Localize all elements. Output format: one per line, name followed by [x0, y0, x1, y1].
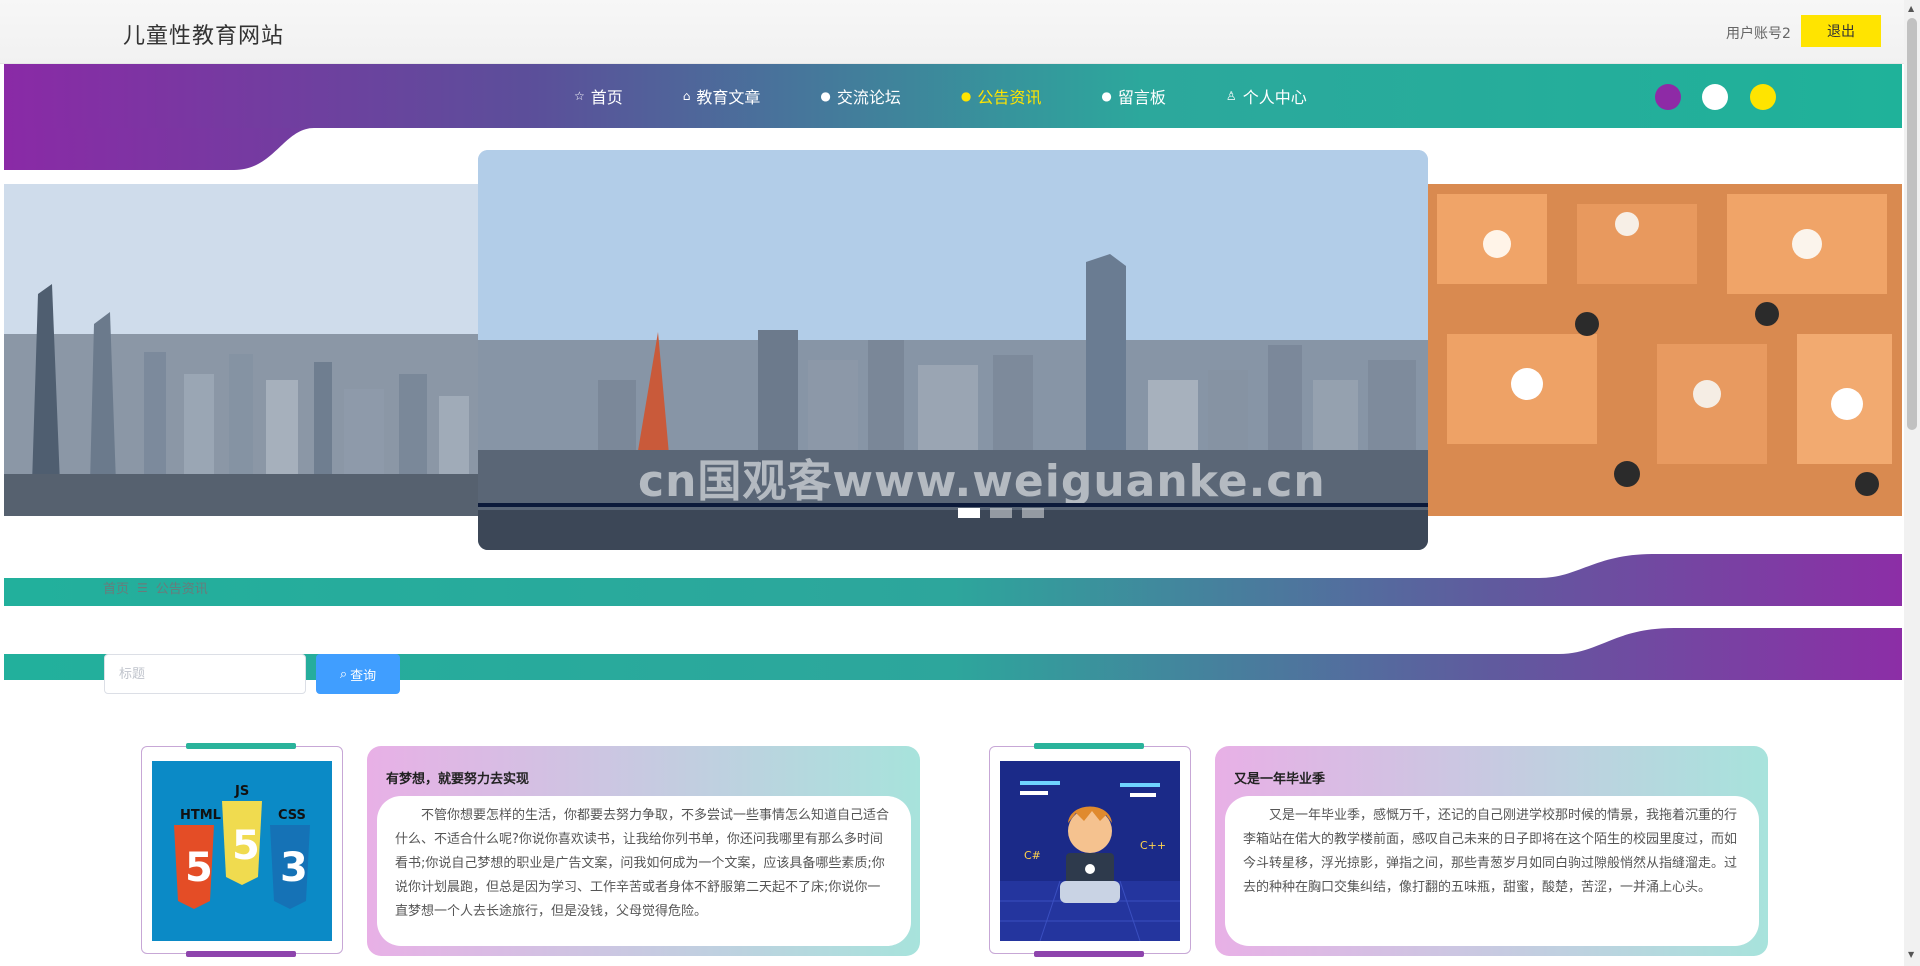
logout-button[interactable]: 退出 [1801, 15, 1881, 47]
search-button[interactable]: ⌕ 查询 [316, 654, 400, 694]
nav-item-label: 公告资讯 [977, 88, 1042, 107]
svg-text:CSS: CSS [278, 808, 306, 823]
info-icon: ● [1101, 89, 1112, 103]
svg-text:5: 5 [232, 823, 260, 869]
html5-css3-js-logo-image: HTML 5 JS 5 CSS 3 [152, 761, 332, 941]
news-title[interactable]: 有梦想，就要努力去实现 [386, 768, 529, 787]
news-thumb-frame[interactable]: C# C++ [989, 743, 1191, 957]
frame-accent-bottom [1034, 951, 1144, 957]
scroll-down-arrow-icon[interactable]: ▼ [1908, 950, 1914, 959]
menu-icon: ☰ [137, 580, 148, 595]
nav-item-profile[interactable]: ♙ 个人中心 [1226, 84, 1307, 108]
search-icon: ⌕ [339, 666, 348, 681]
account-name[interactable]: 用户账号2 [1726, 23, 1791, 43]
svg-text:C#: C# [1024, 849, 1041, 862]
news-thumbnail: HTML 5 JS 5 CSS 3 [152, 761, 332, 941]
info-icon: ● [820, 89, 831, 103]
star-icon: ☆ [574, 89, 585, 103]
bag-icon: ⌂ [682, 89, 691, 103]
svg-text:C++: C++ [1140, 839, 1166, 852]
carousel-indicator-3[interactable] [1022, 508, 1044, 518]
news-summary: 又是一年毕业季，感慨万千，还记的自己刚进学校那时候的情景，我拖着沉重的行李箱站在… [1225, 796, 1759, 946]
news-thumb-frame[interactable]: HTML 5 JS 5 CSS 3 [141, 743, 343, 957]
carousel-indicator-1[interactable] [958, 508, 980, 518]
theme-dot-yellow[interactable] [1750, 84, 1776, 110]
page: 儿童性教育网站 用户账号2 退出 ☆ 首页 ⌂ 教育文章 ● 交流论坛 ● 公告… [0, 0, 1920, 966]
carousel-indicator-bar [478, 503, 1428, 507]
nav-item-label: 首页 [590, 88, 623, 107]
carousel-watermark: cn国观客www.weiguanke.cn [638, 456, 1326, 507]
top-header: 儿童性教育网站 用户账号2 退出 [0, 0, 1904, 64]
news-title[interactable]: 又是一年毕业季 [1234, 768, 1325, 787]
site-title: 儿童性教育网站 [123, 24, 285, 49]
carousel-slide-right[interactable] [1427, 184, 1902, 516]
scroll-up-arrow-icon[interactable]: ▲ [1908, 4, 1914, 13]
nav-item-forum[interactable]: ● 交流论坛 [820, 84, 901, 108]
nav-item-label: 留言板 [1117, 88, 1166, 107]
scroll-thumb[interactable] [1907, 18, 1917, 430]
search-button-label: 查询 [350, 667, 377, 683]
svg-text:HTML: HTML [180, 808, 221, 823]
theme-dot-purple[interactable] [1655, 84, 1681, 110]
nav-item-label: 交流论坛 [836, 88, 901, 107]
main-nav: ☆ 首页 ⌂ 教育文章 ● 交流论坛 ● 公告资讯 ● 留言板 ♙ 个人中心 [574, 64, 1367, 128]
breadcrumb-band [4, 554, 1902, 606]
nav-item-home[interactable]: ☆ 首页 [574, 84, 623, 108]
coder-illustration-image: C# C++ [1000, 761, 1180, 941]
nav-item-announcements[interactable]: ● 公告资讯 [961, 84, 1042, 108]
user-icon: ♙ [1225, 89, 1237, 103]
nav-item-label: 个人中心 [1242, 88, 1307, 107]
page-scrollbar[interactable]: ▲ ▼ [1904, 0, 1920, 966]
news-card[interactable]: 又是一年毕业季 又是一年毕业季，感慨万千，还记的自己刚进学校那时候的情景，我拖着… [1215, 746, 1768, 956]
nav-item-articles[interactable]: ⌂ 教育文章 [683, 84, 761, 108]
frame-accent-top [186, 743, 296, 749]
skyline-image [4, 184, 478, 516]
title-search-input[interactable] [104, 654, 306, 694]
nav-item-messages[interactable]: ● 留言板 [1101, 84, 1166, 108]
study-hall-image [1427, 184, 1902, 516]
frame-accent-top [1034, 743, 1144, 749]
frame-accent-bottom [186, 951, 296, 957]
nav-item-label: 教育文章 [696, 88, 761, 107]
svg-text:JS: JS [234, 784, 249, 799]
breadcrumb-home[interactable]: 首页 [103, 578, 129, 597]
carousel-slide-active[interactable]: cn国观客www.weiguanke.cn [478, 150, 1428, 550]
news-thumbnail: C# C++ [1000, 761, 1180, 941]
breadcrumb: 首页 ☰ 公告资讯 [103, 578, 208, 598]
carousel-indicator-2[interactable] [990, 508, 1012, 518]
svg-text:5: 5 [185, 845, 213, 891]
news-card[interactable]: 有梦想，就要努力去实现 不管你想要怎样的生活，你都要去努力争取，不多尝试一些事情… [367, 746, 920, 956]
breadcrumb-current: 公告资讯 [155, 582, 208, 597]
theme-dot-white[interactable] [1702, 84, 1728, 110]
news-summary: 不管你想要怎样的生活，你都要去努力争取，不多尝试一些事情怎么知道自己适合什么、不… [377, 796, 911, 946]
help-icon: ● [960, 89, 972, 103]
svg-text:3: 3 [280, 845, 308, 891]
carousel-slide-left[interactable]: ‹ [4, 184, 478, 516]
